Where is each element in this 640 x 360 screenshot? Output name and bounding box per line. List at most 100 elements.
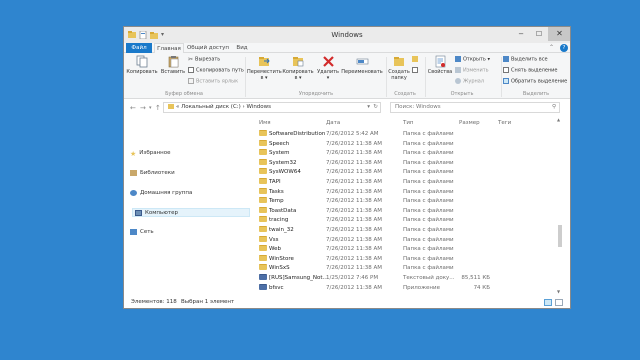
file-date: 7/26/2012 11:38 AM xyxy=(326,198,383,205)
address-bar[interactable]: « Локальный диск (C:) › Windows ▾ ↻ xyxy=(163,102,381,113)
tab-file[interactable]: Файл xyxy=(126,43,152,53)
column-header-size[interactable]: Размер xyxy=(459,120,480,126)
ribbon-separator xyxy=(245,57,246,97)
open-button[interactable]: Открыть ▾ xyxy=(455,56,490,63)
folder-icon xyxy=(168,104,174,109)
file-row[interactable]: SoftwareDistribution 7/26/2012 5:42 AM Пап… xyxy=(255,130,555,140)
help-icon[interactable]: ? xyxy=(560,44,568,52)
select-none-icon xyxy=(503,67,509,73)
details-view-button[interactable] xyxy=(544,299,552,306)
title-bar[interactable]: ▾ Windows ‒ ☐ ✕ xyxy=(124,27,570,43)
paste-button[interactable]: Вставить xyxy=(160,55,186,75)
history-icon xyxy=(455,78,461,84)
file-row[interactable]: bfsvc 7/26/2012 11:38 AM Приложение 74 КБ xyxy=(255,283,555,294)
file-row[interactable]: Tasks 7/26/2012 11:38 AM Папка с файлами xyxy=(255,187,555,198)
computer-icon xyxy=(135,209,142,216)
forward-button[interactable]: → xyxy=(140,104,146,112)
tab-view[interactable]: Вид xyxy=(232,43,252,53)
file-type: Приложение xyxy=(403,284,440,291)
nav-item-network[interactable]: Сеть xyxy=(130,228,154,237)
copy-button[interactable]: Копировать xyxy=(126,55,158,75)
file-name: System32 xyxy=(269,159,297,166)
file-row[interactable]: SysWOW64 7/26/2012 11:38 AM Папка с файлам… xyxy=(255,168,555,178)
up-button[interactable]: ↑ xyxy=(155,104,161,112)
paste-shortcut-button[interactable]: Вставить ярлык xyxy=(188,78,238,85)
navigation-pane: ★ Избранное Библиотеки Домашняя группа Ко… xyxy=(124,117,254,295)
properties-button[interactable]: Свойства xyxy=(426,55,454,75)
minimize-button[interactable]: ‒ xyxy=(512,27,530,41)
file-row[interactable]: ToastData 7/26/2012 11:38 AM Папка с файла… xyxy=(255,206,555,217)
file-row[interactable]: TAPI 7/26/2012 11:38 AM Папка с файлами xyxy=(255,178,555,188)
file-name: WinSxS xyxy=(269,265,290,272)
column-header-type[interactable]: Тип xyxy=(403,120,414,126)
nav-item-libraries[interactable]: Библиотеки xyxy=(130,169,175,178)
back-button[interactable]: ← xyxy=(130,104,136,112)
scroll-down-icon[interactable]: ▼ xyxy=(557,289,560,294)
paste-label: Вставить xyxy=(160,69,186,75)
scroll-up-icon[interactable]: ▲ xyxy=(557,117,560,122)
maximize-button[interactable]: ☐ xyxy=(530,27,548,41)
history-button[interactable]: Журнал xyxy=(455,78,484,85)
move-to-button[interactable]: Переместить в ▾ xyxy=(247,55,282,81)
vertical-scrollbar[interactable]: ▲ ▼ xyxy=(556,117,564,295)
cut-button[interactable]: ✂ Вырезать xyxy=(188,56,220,63)
properties-label: Свойства xyxy=(427,69,453,75)
copy-to-button[interactable]: Копировать в ▾ xyxy=(282,55,314,81)
column-header-tags[interactable]: Теги xyxy=(498,120,511,126)
file-date: 7/26/2012 11:38 AM xyxy=(326,265,383,272)
file-row[interactable]: Speech 7/26/2012 11:38 AM Папка с файлами xyxy=(255,139,555,150)
file-name: TAPI xyxy=(269,179,281,185)
file-row[interactable]: Vss 7/26/2012 11:38 AM Папка с файлами xyxy=(255,235,555,246)
file-row[interactable]: twain_32 7/26/2012 11:38 AM Папка с файлам… xyxy=(255,226,555,236)
search-input[interactable]: Поиск: Windows ⚲ xyxy=(390,102,560,113)
address-path: « Локальный диск (C:) › Windows xyxy=(176,104,272,110)
scrollbar-thumb[interactable] xyxy=(558,225,562,247)
nav-item-homegroup[interactable]: Домашняя группа xyxy=(130,189,192,198)
column-header-name[interactable]: Имя xyxy=(259,120,271,126)
file-name: WinStore xyxy=(269,255,294,262)
invert-selection-button[interactable]: Обратить выделение xyxy=(503,78,567,85)
file-date: 7/26/2012 11:38 AM xyxy=(326,188,383,195)
address-dropdown-icon[interactable]: ▾ xyxy=(367,103,370,112)
select-all-button[interactable]: Выделить все xyxy=(503,56,548,63)
delete-button[interactable]: Удалить ▾ xyxy=(316,55,340,81)
folder-icon xyxy=(259,130,267,136)
file-row[interactable]: System32 7/26/2012 11:38 AM Папка с файлам… xyxy=(255,158,555,169)
file-row[interactable]: WinSxS 7/26/2012 11:38 AM Папка с файлами xyxy=(255,264,555,274)
file-row[interactable]: Temp 7/26/2012 11:38 AM Папка с файлами xyxy=(255,197,555,207)
file-row[interactable]: [RUS]Samsung_Not... 1/25/2012 7:46 PM Текс… xyxy=(255,274,555,284)
nav-label: Библиотеки xyxy=(140,170,175,176)
folder-icon xyxy=(259,158,267,165)
file-row[interactable]: System 7/26/2012 11:38 AM Папка с файлами xyxy=(255,149,555,159)
file-type: Папка с файлами xyxy=(403,169,454,176)
file-row[interactable]: Web 7/26/2012 11:38 AM Папка с файлами xyxy=(255,245,555,255)
new-folder-button[interactable]: Создать папку xyxy=(387,55,411,81)
scissors-icon: ✂ xyxy=(188,56,194,63)
rename-button[interactable]: Переименовать xyxy=(340,55,384,75)
file-date: 7/26/2012 11:38 AM xyxy=(326,179,383,185)
column-header-date[interactable]: Дата xyxy=(326,120,340,126)
nav-item-computer[interactable]: Компьютер xyxy=(132,208,250,217)
select-none-button[interactable]: Снять выделение xyxy=(503,67,558,74)
nav-label: Избранное xyxy=(139,150,171,156)
library-icon xyxy=(130,169,137,176)
star-icon: ★ xyxy=(130,149,137,158)
file-row[interactable]: WinStore 7/26/2012 11:38 AM Папка с файлам… xyxy=(255,254,555,265)
new-item-button[interactable] xyxy=(412,56,420,63)
file-name: Temp xyxy=(269,198,284,205)
file-type: Папка с файлами xyxy=(403,207,454,214)
tab-share[interactable]: Общий доступ xyxy=(186,43,230,53)
edit-button[interactable]: Изменить xyxy=(455,67,489,74)
close-button[interactable]: ✕ xyxy=(548,27,570,41)
file-name: ToastData xyxy=(269,207,297,214)
nav-item-favorites[interactable]: ★ Избранное xyxy=(130,149,171,158)
file-row[interactable]: tracing 7/26/2012 11:38 AM Папка с файлами xyxy=(255,216,555,226)
easy-access-button[interactable] xyxy=(412,67,420,74)
item-count: Элементов: 118 xyxy=(131,299,177,305)
file-type: Текстовый доку... xyxy=(403,275,455,281)
large-icons-view-button[interactable] xyxy=(555,299,563,306)
recent-locations-icon[interactable]: ▾ xyxy=(149,105,152,111)
copy-path-button[interactable]: Скопировать путь xyxy=(188,67,244,74)
refresh-icon[interactable]: ↻ xyxy=(373,103,378,112)
ribbon-collapse-icon[interactable]: ⌃ xyxy=(549,44,554,51)
